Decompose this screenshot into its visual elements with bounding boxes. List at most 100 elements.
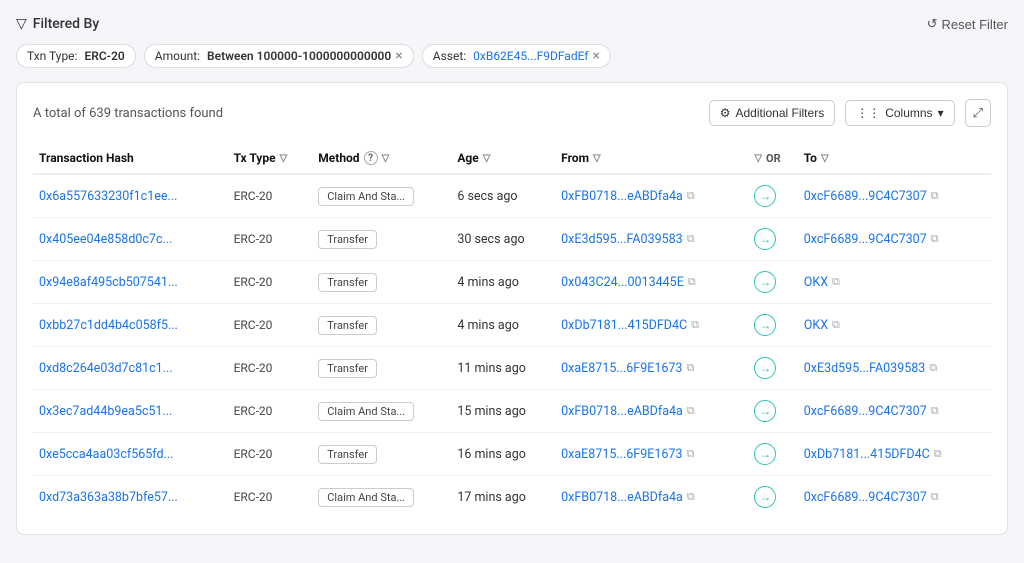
- copy-from-icon[interactable]: ⧉: [687, 189, 695, 203]
- copy-from-icon[interactable]: ⧉: [687, 490, 695, 504]
- from-address-link[interactable]: 0xaE8715...6F9E1673: [561, 361, 682, 376]
- tx-hash-link[interactable]: 0xbb27c1dd4b4c058f5...: [39, 318, 178, 333]
- to-address-link[interactable]: 0xE3d595...FA039583: [804, 361, 926, 376]
- card-actions: ⚙ Additional Filters ⋮⋮ Columns ▾ ⤢: [709, 99, 991, 127]
- filter-title: ▽ Filtered By: [16, 16, 99, 32]
- tx-hash-link[interactable]: 0x3ec7ad44b9ea5c51...: [39, 404, 172, 419]
- arrow-icon: →: [754, 271, 776, 293]
- cell-method: Transfer: [312, 218, 451, 261]
- cell-arrow: →: [748, 218, 797, 261]
- copy-to-icon[interactable]: ⧉: [934, 447, 942, 461]
- expand-button[interactable]: ⤢: [965, 99, 991, 127]
- to-address-link[interactable]: OKX: [804, 275, 828, 290]
- method-badge: Claim And Sta...: [318, 488, 414, 507]
- to-address-link[interactable]: 0xcF6689...9C4C7307: [804, 490, 927, 505]
- table-row: 0xe5cca4aa03cf565fd...ERC-20Transfer16 m…: [33, 433, 991, 476]
- cell-to: 0xcF6689...9C4C7307 ⧉: [798, 174, 991, 218]
- txtype-sort-icon[interactable]: ▽: [280, 153, 288, 164]
- method-badge: Claim And Sta...: [318, 402, 414, 421]
- copy-from-icon[interactable]: ⧉: [688, 275, 696, 289]
- col-header-txhash: Transaction Hash: [33, 143, 228, 174]
- copy-from-icon[interactable]: ⧉: [687, 404, 695, 418]
- to-filter-icon[interactable]: ▽: [821, 153, 829, 164]
- chip-asset-value[interactable]: 0xB62E45...F9DFadEf: [473, 49, 588, 63]
- tx-hash-link[interactable]: 0x405ee04e858d0c7c...: [39, 232, 172, 247]
- arrow-icon: →: [754, 357, 776, 379]
- arrow-icon: →: [754, 400, 776, 422]
- to-address-link[interactable]: OKX: [804, 318, 828, 333]
- copy-from-icon[interactable]: ⧉: [691, 318, 699, 332]
- tx-hash-link[interactable]: 0xe5cca4aa03cf565fd...: [39, 447, 173, 462]
- table-row: 0x94e8af495cb507541...ERC-20Transfer4 mi…: [33, 261, 991, 304]
- additional-filters-button[interactable]: ⚙ Additional Filters: [709, 100, 835, 126]
- cell-txtype: ERC-20: [228, 261, 313, 304]
- card-header: A total of 639 transactions found ⚙ Addi…: [33, 99, 991, 127]
- arrow-icon: →: [754, 228, 776, 250]
- copy-to-icon[interactable]: ⧉: [832, 318, 840, 332]
- col-header-age: Age ▽: [451, 143, 555, 174]
- table-header-row: Transaction Hash Tx Type ▽ Method ? ▽: [33, 143, 991, 174]
- to-address-link[interactable]: 0xcF6689...9C4C7307: [804, 232, 927, 247]
- copy-to-icon[interactable]: ⧉: [931, 189, 939, 203]
- cell-to: 0xE3d595...FA039583⧉: [798, 347, 991, 390]
- from-filter-icon[interactable]: ▽: [593, 153, 601, 164]
- cell-age: 30 secs ago: [451, 218, 555, 261]
- copy-to-icon[interactable]: ⧉: [931, 404, 939, 418]
- table-row: 0x3ec7ad44b9ea5c51... ERC-20 Claim And Sta…: [33, 390, 991, 433]
- method-filter-icon[interactable]: ▽: [382, 153, 390, 164]
- cell-to: 0xcF6689...9C4C7307 ⧉: [798, 218, 991, 261]
- from-address-link[interactable]: 0xFB0718...eABDfa4a: [561, 189, 683, 204]
- cell-from: 0xaE8715...6F9E1673 ⧉: [555, 433, 748, 476]
- chip-amount-remove[interactable]: ×: [395, 49, 402, 63]
- arrow-icon: →: [754, 185, 776, 207]
- age-sort-icon[interactable]: ▽: [483, 153, 491, 164]
- chip-txn-type-label: Txn Type:: [27, 49, 80, 63]
- cell-age: 11 mins ago: [451, 347, 555, 390]
- copy-from-icon[interactable]: ⧉: [686, 447, 694, 461]
- cell-txhash: 0x3ec7ad44b9ea5c51...: [33, 390, 228, 433]
- method-badge: Transfer: [318, 359, 377, 378]
- chip-asset-remove[interactable]: ×: [592, 49, 599, 63]
- copy-to-icon[interactable]: ⧉: [929, 361, 937, 375]
- copy-to-icon[interactable]: ⧉: [931, 232, 939, 246]
- cell-method: Claim And Sta...: [312, 174, 451, 218]
- cell-to: OKX ⧉: [798, 261, 991, 304]
- from-address-link[interactable]: 0xFB0718...eABDfa4a: [561, 404, 683, 419]
- cell-txhash: 0x405ee04e858d0c7c...: [33, 218, 228, 261]
- cell-age: 17 mins ago: [451, 476, 555, 519]
- method-info-icon[interactable]: ?: [364, 151, 378, 165]
- cell-txtype: ERC-20: [228, 390, 313, 433]
- to-address-link[interactable]: 0xcF6689...9C4C7307: [804, 189, 927, 204]
- to-address-link[interactable]: 0xcF6689...9C4C7307: [804, 404, 927, 419]
- cell-method: Transfer: [312, 304, 451, 347]
- table-row: 0x405ee04e858d0c7c...ERC-20Transfer30 se…: [33, 218, 991, 261]
- to-address-link[interactable]: 0xDb7181...415DFD4C: [804, 447, 930, 462]
- sliders-icon: ⚙: [720, 106, 731, 120]
- arrow-icon: →: [754, 443, 776, 465]
- copy-to-icon[interactable]: ⧉: [832, 275, 840, 289]
- from-address-link[interactable]: 0xFB0718...eABDfa4a: [561, 490, 683, 505]
- copy-from-icon[interactable]: ⧉: [687, 232, 695, 246]
- cell-age: 6 secs ago: [451, 174, 555, 218]
- cell-from: 0xFB0718...eABDfa4a ⧉: [555, 476, 748, 519]
- copy-from-icon[interactable]: ⧉: [686, 361, 694, 375]
- cell-from: 0xFB0718...eABDfa4a ⧉: [555, 390, 748, 433]
- from-address-link[interactable]: 0xE3d595...FA039583: [561, 232, 683, 247]
- cell-method: Transfer: [312, 347, 451, 390]
- reset-filter-button[interactable]: ↺ Reset Filter: [927, 16, 1008, 32]
- cell-method: Claim And Sta...: [312, 390, 451, 433]
- tx-hash-link[interactable]: 0x94e8af495cb507541...: [39, 275, 178, 290]
- tx-hash-link[interactable]: 0xd73a363a38b7bfe57...: [39, 490, 178, 505]
- cell-txhash: 0xd73a363a38b7bfe57...: [33, 476, 228, 519]
- copy-to-icon[interactable]: ⧉: [931, 490, 939, 504]
- tx-hash-link[interactable]: 0x6a557633230f1c1ee...: [39, 189, 177, 204]
- col-header-from: From ▽: [555, 143, 748, 174]
- from-address-link[interactable]: 0xDb7181...415DFD4C: [561, 318, 687, 333]
- from-address-link[interactable]: 0xaE8715...6F9E1673: [561, 447, 682, 462]
- cell-arrow: →: [748, 304, 797, 347]
- cell-age: 4 mins ago: [451, 261, 555, 304]
- from-address-link[interactable]: 0x043C24...0013445E: [561, 275, 684, 290]
- columns-button[interactable]: ⋮⋮ Columns ▾: [845, 100, 954, 126]
- tx-hash-link[interactable]: 0xd8c264e03d7c81c1...: [39, 361, 173, 376]
- expand-icon: ⤢: [973, 105, 983, 121]
